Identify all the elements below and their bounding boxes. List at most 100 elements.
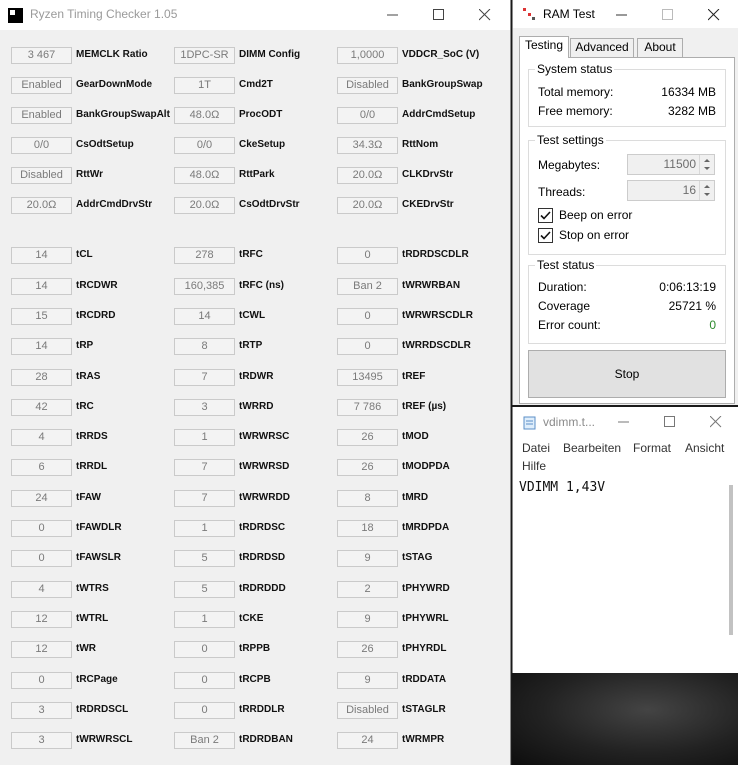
timing-value-field[interactable]: 1 xyxy=(174,611,235,628)
timing-value-field[interactable]: 3 xyxy=(174,399,235,416)
timing-value-field[interactable]: 2 xyxy=(337,581,398,598)
threads-spin-arrows[interactable] xyxy=(699,181,714,200)
timing-value-field[interactable]: 20.0Ω xyxy=(337,167,398,184)
timing-value-field[interactable]: 0 xyxy=(174,672,235,689)
timing-value-field[interactable]: 0 xyxy=(337,247,398,264)
timing-value-field[interactable]: 24 xyxy=(337,732,398,749)
notepad-maximize-button[interactable] xyxy=(647,407,693,437)
timing-value-field[interactable]: 9 xyxy=(337,550,398,567)
tab-about[interactable]: About xyxy=(637,38,683,57)
menu-ansicht[interactable]: Ansicht xyxy=(685,441,724,455)
timing-value-field[interactable]: 278 xyxy=(174,247,235,264)
timing-value-field[interactable]: 4 xyxy=(11,429,72,446)
megabytes-spin-arrows[interactable] xyxy=(699,155,714,174)
timing-value-field[interactable]: 7 xyxy=(174,490,235,507)
ramtest-minimize-button[interactable] xyxy=(599,0,645,28)
timing-value-field[interactable]: 8 xyxy=(174,338,235,355)
timing-value-field[interactable]: 18 xyxy=(337,520,398,537)
timing-value-field[interactable]: 34.3Ω xyxy=(337,137,398,154)
timing-value-field[interactable]: 13495 xyxy=(337,369,398,386)
timing-value-field[interactable]: 24 xyxy=(11,490,72,507)
timing-value-field[interactable]: 0 xyxy=(337,338,398,355)
tab-advanced[interactable]: Advanced xyxy=(570,38,634,57)
timing-value-field[interactable]: Ban 2 xyxy=(337,278,398,295)
timing-value-field[interactable]: 0 xyxy=(11,520,72,537)
timing-value-field[interactable]: 3 xyxy=(11,702,72,719)
timing-value-field[interactable]: 48.0Ω xyxy=(174,167,235,184)
notepad-minimize-button[interactable] xyxy=(601,407,647,437)
timing-value-field[interactable]: 14 xyxy=(11,247,72,264)
timing-value-field[interactable]: 26 xyxy=(337,429,398,446)
timing-value-field[interactable]: 8 xyxy=(337,490,398,507)
timing-value-field[interactable]: 0/0 xyxy=(11,137,72,154)
timing-value-field[interactable]: 7 xyxy=(174,369,235,386)
threads-stepper[interactable]: 16 xyxy=(627,180,715,201)
timing-value-field[interactable]: 9 xyxy=(337,611,398,628)
menu-datei[interactable]: Datei xyxy=(522,441,550,455)
timing-value-field[interactable]: Ban 2 xyxy=(174,732,235,749)
timing-value-field[interactable]: Disabled xyxy=(337,702,398,719)
notepad-text-area[interactable]: VDIMM 1,43V xyxy=(513,477,723,673)
notepad-scrollbar[interactable] xyxy=(723,477,738,673)
tab-testing[interactable]: Testing xyxy=(519,36,569,58)
timing-value-field[interactable]: 6 xyxy=(11,459,72,476)
timing-value-field[interactable]: 1DPC-SR xyxy=(174,47,235,64)
timing-value-field[interactable]: 26 xyxy=(337,641,398,658)
timing-value-field[interactable]: 0 xyxy=(11,672,72,689)
ramtest-maximize-button[interactable] xyxy=(645,0,691,28)
timing-value-field[interactable]: 1T xyxy=(174,77,235,94)
timing-value-field[interactable]: 42 xyxy=(11,399,72,416)
close-button[interactable] xyxy=(462,0,508,30)
timing-value-field[interactable]: 9 xyxy=(337,672,398,689)
timing-value-field[interactable]: 5 xyxy=(174,550,235,567)
scrollbar-thumb[interactable] xyxy=(729,485,733,635)
minimize-button[interactable] xyxy=(370,0,416,30)
timing-value-field[interactable]: 1 xyxy=(174,429,235,446)
timing-value-field[interactable]: 48.0Ω xyxy=(174,107,235,124)
timing-value-field[interactable]: 14 xyxy=(11,338,72,355)
timing-value-field[interactable]: 5 xyxy=(174,581,235,598)
timing-value-field[interactable]: 0 xyxy=(11,550,72,567)
timing-value-field[interactable]: 20.0Ω xyxy=(337,197,398,214)
maximize-button[interactable] xyxy=(416,0,462,30)
notepad-close-button[interactable] xyxy=(693,407,738,437)
megabytes-stepper[interactable]: 11500 xyxy=(627,154,715,175)
timing-value-field[interactable]: 0 xyxy=(337,308,398,325)
timing-value-field[interactable]: 7 786 xyxy=(337,399,398,416)
menu-bearbeiten[interactable]: Bearbeiten xyxy=(563,441,621,455)
timing-value-field[interactable]: 26 xyxy=(337,459,398,476)
menu-hilfe[interactable]: Hilfe xyxy=(522,459,546,473)
timing-value-field[interactable]: 28 xyxy=(11,369,72,386)
timing-value-field[interactable]: 0/0 xyxy=(174,137,235,154)
stop-on-error-checkbox[interactable] xyxy=(538,228,553,243)
timing-value-field[interactable]: 20.0Ω xyxy=(174,197,235,214)
timing-value-field[interactable]: 0/0 xyxy=(337,107,398,124)
timing-value-field[interactable]: 0 xyxy=(174,702,235,719)
timing-value-field[interactable]: 12 xyxy=(11,641,72,658)
timing-value-field[interactable]: Disabled xyxy=(11,167,72,184)
timing-value-field[interactable]: 7 xyxy=(174,459,235,476)
timing-value-field[interactable]: 20.0Ω xyxy=(11,197,72,214)
beep-on-error-label[interactable]: Beep on error xyxy=(559,208,632,222)
rtc-titlebar[interactable]: Ryzen Timing Checker 1.05 xyxy=(0,0,510,30)
stop-on-error-label[interactable]: Stop on error xyxy=(559,228,629,242)
notepad-titlebar[interactable]: vdimm.t... xyxy=(513,407,738,437)
timing-value-field[interactable]: Enabled xyxy=(11,77,72,94)
ramtest-titlebar[interactable]: RAM Test xyxy=(513,0,738,28)
timing-value-field[interactable]: 14 xyxy=(174,308,235,325)
timing-value-field[interactable]: 160,385 xyxy=(174,278,235,295)
timing-value-field[interactable]: 14 xyxy=(11,278,72,295)
timing-value-field[interactable]: 15 xyxy=(11,308,72,325)
ramtest-close-button[interactable] xyxy=(691,0,737,28)
timing-value-field[interactable]: 12 xyxy=(11,611,72,628)
timing-value-field[interactable]: Disabled xyxy=(337,77,398,94)
timing-value-field[interactable]: Enabled xyxy=(11,107,72,124)
timing-value-field[interactable]: 3 xyxy=(11,732,72,749)
stop-button[interactable]: Stop xyxy=(528,350,726,398)
timing-value-field[interactable]: 1 xyxy=(174,520,235,537)
timing-value-field[interactable]: 0 xyxy=(174,641,235,658)
beep-on-error-checkbox[interactable] xyxy=(538,208,553,223)
menu-format[interactable]: Format xyxy=(633,441,671,455)
timing-value-field[interactable]: 3 467 xyxy=(11,47,72,64)
timing-value-field[interactable]: 1,0000 xyxy=(337,47,398,64)
